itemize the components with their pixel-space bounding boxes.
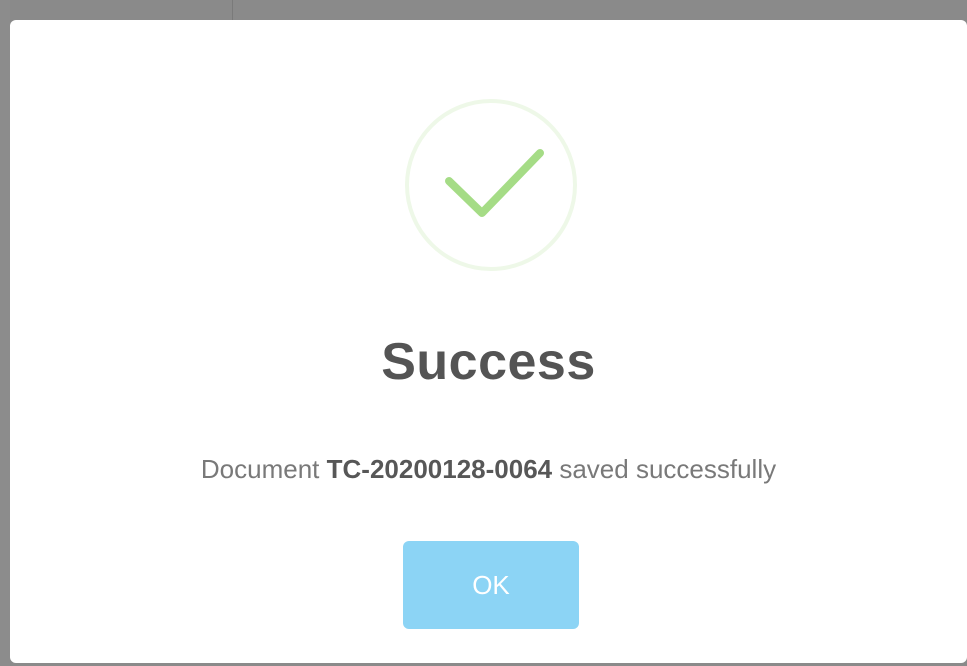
dialog-title: Success bbox=[381, 333, 596, 391]
checkmark-circle-icon bbox=[403, 97, 579, 273]
document-id: TC-20200128-0064 bbox=[326, 454, 553, 484]
ok-button[interactable]: OK bbox=[403, 541, 579, 629]
success-dialog: Success Document TC-20200128-0064 saved … bbox=[10, 20, 967, 663]
message-suffix: saved successfully bbox=[552, 454, 777, 484]
message-prefix: Document bbox=[200, 454, 327, 484]
dialog-message: Document TC-20200128-0064 saved successf… bbox=[10, 452, 967, 486]
backdrop-left-edge bbox=[0, 0, 10, 666]
backdrop-divider bbox=[232, 0, 233, 22]
